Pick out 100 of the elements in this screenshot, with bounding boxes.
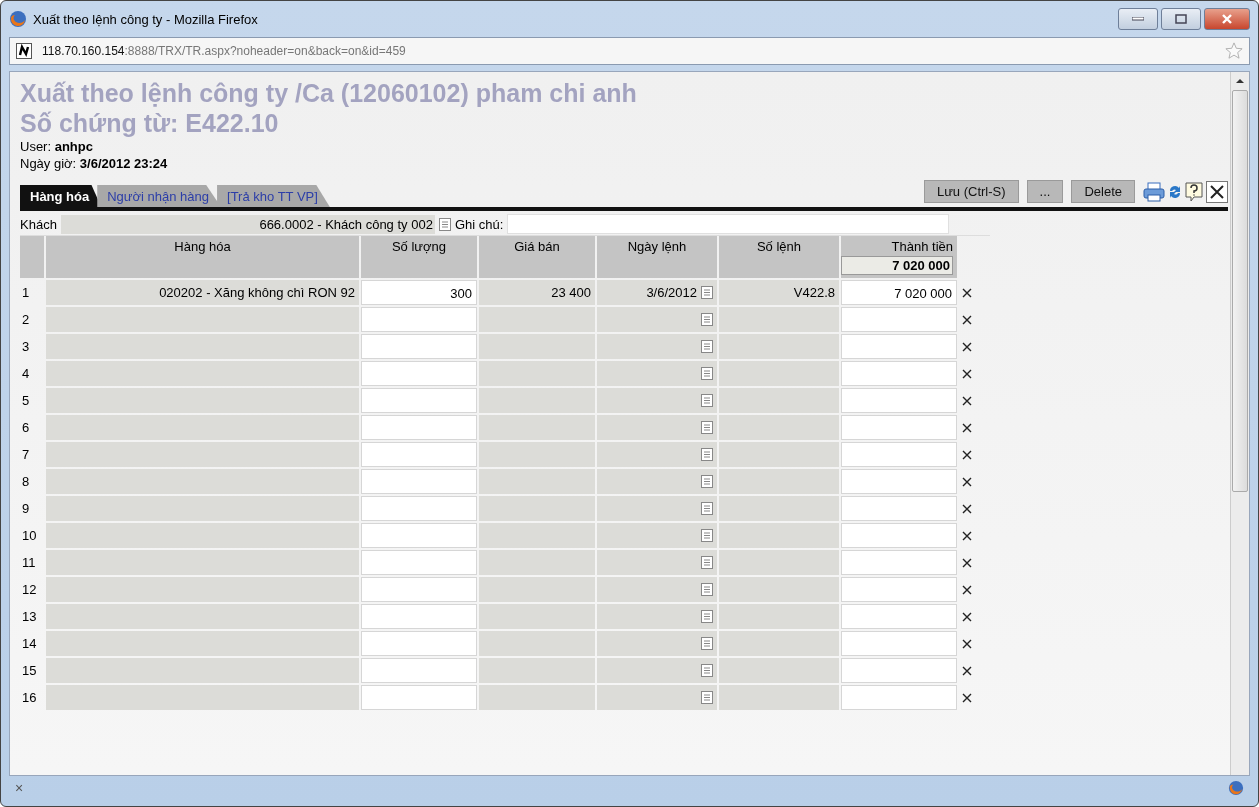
scroll-up-icon[interactable] bbox=[1236, 78, 1244, 84]
delete-row-icon[interactable] bbox=[962, 368, 972, 379]
order-number-cell[interactable] bbox=[719, 361, 839, 386]
order-date-cell[interactable] bbox=[597, 334, 717, 359]
product-cell[interactable] bbox=[46, 442, 359, 467]
order-date-cell[interactable] bbox=[597, 442, 717, 467]
order-number-cell[interactable]: V422.8 bbox=[719, 280, 839, 305]
product-cell[interactable] bbox=[46, 685, 359, 710]
order-number-cell[interactable] bbox=[719, 577, 839, 602]
minimize-button[interactable] bbox=[1118, 8, 1158, 30]
tab[interactable]: [Trả kho TT VP] bbox=[217, 185, 330, 207]
calendar-list-icon[interactable] bbox=[701, 610, 713, 623]
close-button[interactable] bbox=[1204, 8, 1250, 30]
quantity-cell[interactable] bbox=[361, 685, 477, 710]
delete-row-icon[interactable] bbox=[962, 557, 972, 568]
price-cell[interactable] bbox=[479, 307, 595, 332]
calendar-list-icon[interactable] bbox=[701, 286, 713, 299]
order-number-cell[interactable] bbox=[719, 307, 839, 332]
delete-row-icon[interactable] bbox=[962, 638, 972, 649]
order-date-cell[interactable] bbox=[597, 496, 717, 521]
product-cell[interactable] bbox=[46, 631, 359, 656]
order-date-cell[interactable] bbox=[597, 550, 717, 575]
quantity-cell[interactable] bbox=[361, 334, 477, 359]
order-number-cell[interactable] bbox=[719, 334, 839, 359]
calendar-list-icon[interactable] bbox=[701, 394, 713, 407]
quantity-cell[interactable] bbox=[361, 631, 477, 656]
close-icon[interactable] bbox=[1206, 180, 1228, 203]
address-bar[interactable]: 118.70.160.154:8888/TRX/TR.aspx?noheader=on&back=on&id=459 bbox=[9, 37, 1250, 65]
calendar-list-icon[interactable] bbox=[701, 556, 713, 569]
note-field[interactable] bbox=[507, 214, 950, 234]
maximize-button[interactable] bbox=[1161, 8, 1201, 30]
printer-icon[interactable] bbox=[1143, 181, 1165, 202]
product-cell[interactable] bbox=[46, 496, 359, 521]
delete-row-icon[interactable] bbox=[962, 584, 972, 595]
quantity-cell[interactable] bbox=[361, 361, 477, 386]
calendar-list-icon[interactable] bbox=[701, 502, 713, 515]
toolbar-button[interactable]: Lưu (Ctrl-S) bbox=[923, 180, 1019, 203]
order-number-cell[interactable] bbox=[719, 415, 839, 440]
delete-row-icon[interactable] bbox=[962, 476, 972, 487]
quantity-cell[interactable] bbox=[361, 388, 477, 413]
calendar-list-icon[interactable] bbox=[701, 340, 713, 353]
calendar-list-icon[interactable] bbox=[701, 367, 713, 380]
quantity-cell[interactable] bbox=[361, 523, 477, 548]
price-cell[interactable] bbox=[479, 523, 595, 548]
delete-row-icon[interactable] bbox=[962, 530, 972, 541]
quantity-cell[interactable] bbox=[361, 496, 477, 521]
status-close[interactable]: × bbox=[15, 780, 24, 796]
price-cell[interactable] bbox=[479, 604, 595, 629]
order-number-cell[interactable] bbox=[719, 469, 839, 494]
calendar-list-icon[interactable] bbox=[701, 529, 713, 542]
product-cell[interactable] bbox=[46, 415, 359, 440]
quantity-cell[interactable] bbox=[361, 469, 477, 494]
order-date-cell[interactable] bbox=[597, 658, 717, 683]
order-number-cell[interactable] bbox=[719, 631, 839, 656]
order-date-cell[interactable] bbox=[597, 523, 717, 548]
price-cell[interactable] bbox=[479, 442, 595, 467]
price-cell[interactable] bbox=[479, 550, 595, 575]
quantity-cell[interactable] bbox=[361, 415, 477, 440]
price-cell[interactable] bbox=[479, 685, 595, 710]
product-cell[interactable] bbox=[46, 523, 359, 548]
product-cell[interactable]: 020202 - Xăng không chì RON 92 bbox=[46, 280, 359, 305]
product-cell[interactable] bbox=[46, 577, 359, 602]
price-cell[interactable] bbox=[479, 658, 595, 683]
order-number-cell[interactable] bbox=[719, 658, 839, 683]
price-cell[interactable] bbox=[479, 361, 595, 386]
price-cell[interactable] bbox=[479, 577, 595, 602]
calendar-list-icon[interactable] bbox=[701, 637, 713, 650]
order-number-cell[interactable] bbox=[719, 523, 839, 548]
calendar-list-icon[interactable] bbox=[701, 313, 713, 326]
calendar-list-icon[interactable] bbox=[701, 664, 713, 677]
quantity-cell[interactable] bbox=[361, 307, 477, 332]
calendar-list-icon[interactable] bbox=[701, 421, 713, 434]
quantity-cell[interactable] bbox=[361, 604, 477, 629]
delete-row-icon[interactable] bbox=[962, 503, 972, 514]
order-date-cell[interactable] bbox=[597, 415, 717, 440]
star-icon[interactable] bbox=[1225, 42, 1243, 60]
order-date-cell[interactable] bbox=[597, 388, 717, 413]
quantity-cell[interactable]: 300 bbox=[361, 280, 477, 305]
order-date-cell[interactable] bbox=[597, 604, 717, 629]
order-number-cell[interactable] bbox=[719, 604, 839, 629]
quantity-cell[interactable] bbox=[361, 442, 477, 467]
product-cell[interactable] bbox=[46, 307, 359, 332]
delete-row-icon[interactable] bbox=[962, 395, 972, 406]
price-cell[interactable] bbox=[479, 631, 595, 656]
quantity-cell[interactable] bbox=[361, 658, 477, 683]
order-number-cell[interactable] bbox=[719, 442, 839, 467]
order-date-cell[interactable] bbox=[597, 307, 717, 332]
price-cell[interactable] bbox=[479, 496, 595, 521]
toolbar-button[interactable]: ... bbox=[1026, 180, 1064, 203]
price-cell[interactable] bbox=[479, 415, 595, 440]
delete-row-icon[interactable] bbox=[962, 341, 972, 352]
quantity-cell[interactable] bbox=[361, 577, 477, 602]
order-number-cell[interactable] bbox=[719, 388, 839, 413]
help-icon[interactable] bbox=[1185, 181, 1203, 202]
product-cell[interactable] bbox=[46, 334, 359, 359]
delete-row-icon[interactable] bbox=[962, 287, 972, 298]
order-date-cell[interactable] bbox=[597, 631, 717, 656]
order-number-cell[interactable] bbox=[719, 685, 839, 710]
price-cell[interactable]: 23 400 bbox=[479, 280, 595, 305]
quantity-cell[interactable] bbox=[361, 550, 477, 575]
